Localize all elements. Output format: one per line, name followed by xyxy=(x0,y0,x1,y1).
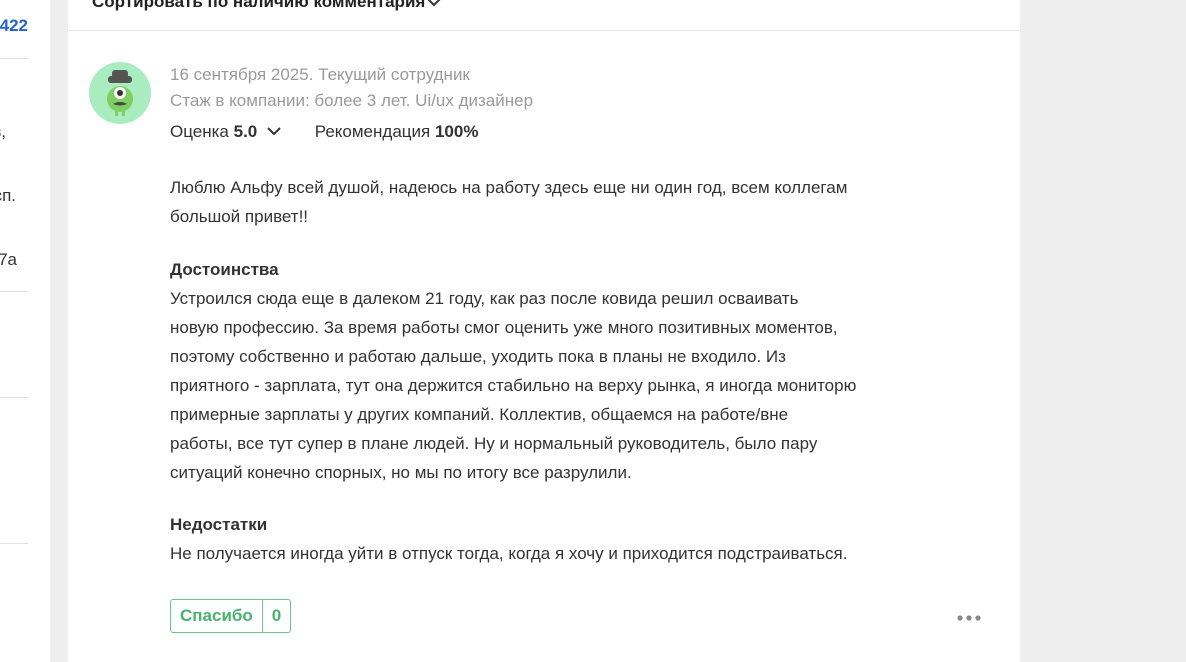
text-line: работы, все тут супер в плане людей. Ну … xyxy=(170,434,818,453)
left-text-fragment: 7а xyxy=(0,250,17,269)
chevron-down-icon[interactable] xyxy=(266,123,282,139)
left-text-fragment: сп. xyxy=(0,186,16,205)
thanks-count: 0 xyxy=(261,600,290,632)
thanks-button[interactable]: Спасибо 0 xyxy=(170,599,292,633)
divider xyxy=(0,397,28,398)
text-line: Устроился сюда еще в далеком 21 году, ка… xyxy=(170,289,799,308)
rating-row: Оценка 5.0 Рекомендация 100% xyxy=(170,122,478,142)
text-line: Не получается иногда уйти в отпуск тогда… xyxy=(170,544,848,563)
review-summary: Люблю Альфу всей душой, надеюсь на работ… xyxy=(170,173,890,231)
review-tenure-role: Стаж в компании: более 3 лет. Ui/ux диза… xyxy=(170,91,534,110)
left-text-fragment: з, xyxy=(0,122,6,141)
more-dots-icon[interactable] xyxy=(956,612,982,624)
text-line: большой привет!! xyxy=(170,207,309,226)
divider xyxy=(0,291,28,292)
cons-title: Недостатки xyxy=(170,515,268,534)
text-line: поэтому собственно и работаю дальше, ухо… xyxy=(170,347,786,366)
avatar xyxy=(89,62,151,124)
thanks-label[interactable]: Спасибо xyxy=(171,600,262,632)
pros-title: Достоинства xyxy=(170,260,279,279)
avatar-mascot-icon xyxy=(107,70,133,116)
review-pros: Достоинства Устроился сюда еще в далеком… xyxy=(170,255,890,487)
chevron-down-icon[interactable] xyxy=(426,0,442,10)
recommendation-label: Рекомендация xyxy=(314,122,431,141)
rating-label: Оценка xyxy=(170,122,229,141)
review-cons: Недостатки Не получается иногда уйти в о… xyxy=(170,510,890,568)
text-line: новую профессию. За время работы смог оц… xyxy=(170,318,838,337)
recommendation-value: 100% xyxy=(434,122,479,141)
sort-bar: Сортировать по наличию комментария xyxy=(68,0,1020,31)
review-date-status: 16 сентября 2025. Текущий сотрудник xyxy=(170,65,470,84)
text-line: приятного - зарплата, тут она держится с… xyxy=(170,376,857,395)
divider xyxy=(0,543,28,544)
text-line: примерные зарплаты у других компаний. Ко… xyxy=(170,405,789,424)
text-line: ситуаций конечно спорных, но мы по итогу… xyxy=(170,463,632,482)
sort-dropdown-label[interactable]: Сортировать по наличию комментария xyxy=(92,0,425,12)
left-column: 422 з, сп. 7а xyxy=(0,0,50,662)
divider xyxy=(0,58,28,59)
left-link-fragment[interactable]: 422 xyxy=(0,16,28,36)
text-line: Люблю Альфу всей душой, надеюсь на работ… xyxy=(170,178,848,197)
review-card: Сортировать по наличию комментария 16 се… xyxy=(68,0,1020,662)
rating-value[interactable]: 5.0 xyxy=(234,122,258,141)
